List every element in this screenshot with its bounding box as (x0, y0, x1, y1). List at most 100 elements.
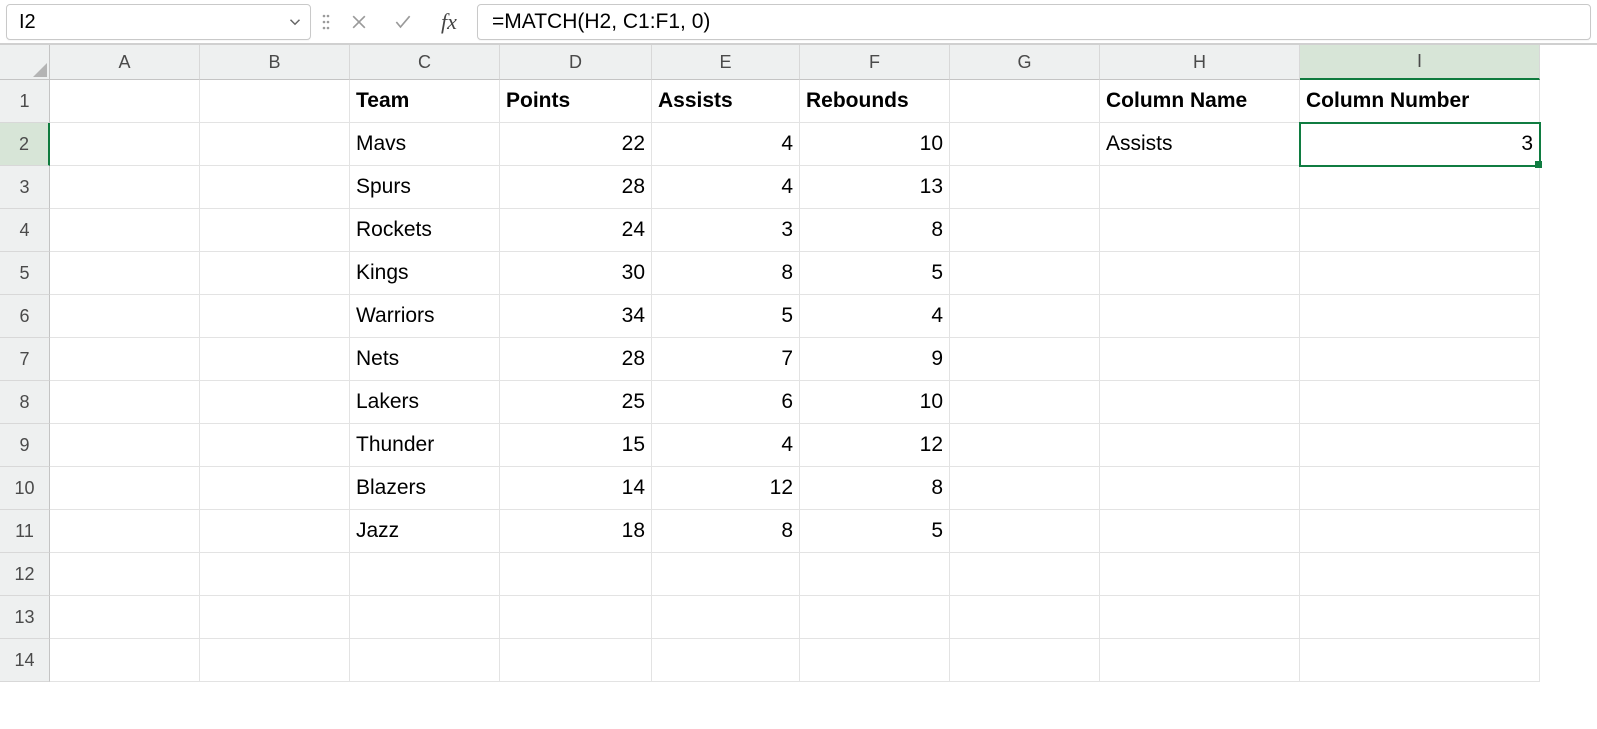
cell-f8[interactable]: 10 (800, 381, 950, 424)
cell-b1[interactable] (200, 80, 350, 123)
cell-i2[interactable]: 3 (1300, 123, 1540, 166)
cell-c2[interactable]: Mavs (350, 123, 500, 166)
col-header-h[interactable]: H (1100, 45, 1300, 80)
cell-d10[interactable]: 14 (500, 467, 652, 510)
cell-a3[interactable] (50, 166, 200, 209)
cell-i3[interactable] (1300, 166, 1540, 209)
cell-d8[interactable]: 25 (500, 381, 652, 424)
cell-d11[interactable]: 18 (500, 510, 652, 553)
cell-c14[interactable] (350, 639, 500, 682)
cell-h6[interactable] (1100, 295, 1300, 338)
cell-g11[interactable] (950, 510, 1100, 553)
cancel-formula-button[interactable] (341, 4, 377, 39)
cell-b2[interactable] (200, 123, 350, 166)
cell-b9[interactable] (200, 424, 350, 467)
cell-h13[interactable] (1100, 596, 1300, 639)
cell-g1[interactable] (950, 80, 1100, 123)
cell-b14[interactable] (200, 639, 350, 682)
cell-a12[interactable] (50, 553, 200, 596)
cell-b4[interactable] (200, 209, 350, 252)
cell-d4[interactable]: 24 (500, 209, 652, 252)
col-header-e[interactable]: E (652, 45, 800, 80)
cell-f9[interactable]: 12 (800, 424, 950, 467)
cell-d5[interactable]: 30 (500, 252, 652, 295)
cell-i5[interactable] (1300, 252, 1540, 295)
col-header-c[interactable]: C (350, 45, 500, 80)
cell-c11[interactable]: Jazz (350, 510, 500, 553)
cell-e5[interactable]: 8 (652, 252, 800, 295)
cell-c12[interactable] (350, 553, 500, 596)
cell-f12[interactable] (800, 553, 950, 596)
row-header-7[interactable]: 7 (0, 338, 50, 381)
cell-e1[interactable]: Assists (652, 80, 800, 123)
cell-f1[interactable]: Rebounds (800, 80, 950, 123)
cell-f13[interactable] (800, 596, 950, 639)
cell-e14[interactable] (652, 639, 800, 682)
row-header-5[interactable]: 5 (0, 252, 50, 295)
cell-g9[interactable] (950, 424, 1100, 467)
row-header-2[interactable]: 2 (0, 123, 50, 166)
cell-f5[interactable]: 5 (800, 252, 950, 295)
row-header-4[interactable]: 4 (0, 209, 50, 252)
cell-a1[interactable] (50, 80, 200, 123)
cell-g7[interactable] (950, 338, 1100, 381)
cell-b13[interactable] (200, 596, 350, 639)
cell-b11[interactable] (200, 510, 350, 553)
row-header-9[interactable]: 9 (0, 424, 50, 467)
col-header-g[interactable]: G (950, 45, 1100, 80)
row-header-11[interactable]: 11 (0, 510, 50, 553)
cell-i4[interactable] (1300, 209, 1540, 252)
cell-h5[interactable] (1100, 252, 1300, 295)
cell-f4[interactable]: 8 (800, 209, 950, 252)
cell-a9[interactable] (50, 424, 200, 467)
cell-d13[interactable] (500, 596, 652, 639)
cell-f14[interactable] (800, 639, 950, 682)
cell-e10[interactable]: 12 (652, 467, 800, 510)
cell-h10[interactable] (1100, 467, 1300, 510)
cell-c7[interactable]: Nets (350, 338, 500, 381)
cell-a8[interactable] (50, 381, 200, 424)
cell-d3[interactable]: 28 (500, 166, 652, 209)
cell-c10[interactable]: Blazers (350, 467, 500, 510)
cell-h9[interactable] (1100, 424, 1300, 467)
cell-d1[interactable]: Points (500, 80, 652, 123)
accept-formula-button[interactable] (385, 4, 421, 39)
cell-g14[interactable] (950, 639, 1100, 682)
cell-c4[interactable]: Rockets (350, 209, 500, 252)
cell-i8[interactable] (1300, 381, 1540, 424)
spreadsheet-grid[interactable]: ABCDEFGHI1TeamPointsAssistsReboundsColum… (0, 45, 1597, 682)
cell-c3[interactable]: Spurs (350, 166, 500, 209)
cell-g8[interactable] (950, 381, 1100, 424)
insert-function-button[interactable]: fx (429, 4, 469, 39)
cell-e9[interactable]: 4 (652, 424, 800, 467)
cell-b10[interactable] (200, 467, 350, 510)
cell-b7[interactable] (200, 338, 350, 381)
cell-e11[interactable]: 8 (652, 510, 800, 553)
chevron-down-icon[interactable] (286, 13, 304, 31)
cell-f7[interactable]: 9 (800, 338, 950, 381)
cell-h14[interactable] (1100, 639, 1300, 682)
cell-e3[interactable]: 4 (652, 166, 800, 209)
cell-f10[interactable]: 8 (800, 467, 950, 510)
cell-a2[interactable] (50, 123, 200, 166)
cell-c8[interactable]: Lakers (350, 381, 500, 424)
cell-a13[interactable] (50, 596, 200, 639)
cell-a5[interactable] (50, 252, 200, 295)
formula-input[interactable] (490, 9, 1578, 35)
col-header-i[interactable]: I (1300, 45, 1540, 80)
cell-b5[interactable] (200, 252, 350, 295)
cell-e2[interactable]: 4 (652, 123, 800, 166)
select-all-corner[interactable] (0, 45, 50, 80)
cell-i10[interactable] (1300, 467, 1540, 510)
cell-e6[interactable]: 5 (652, 295, 800, 338)
cell-i1[interactable]: Column Number (1300, 80, 1540, 123)
cell-g10[interactable] (950, 467, 1100, 510)
cell-a4[interactable] (50, 209, 200, 252)
cell-g2[interactable] (950, 123, 1100, 166)
name-box[interactable] (6, 4, 311, 40)
row-header-14[interactable]: 14 (0, 639, 50, 682)
cell-b6[interactable] (200, 295, 350, 338)
formula-input-wrap[interactable] (477, 4, 1591, 40)
row-header-8[interactable]: 8 (0, 381, 50, 424)
col-header-f[interactable]: F (800, 45, 950, 80)
